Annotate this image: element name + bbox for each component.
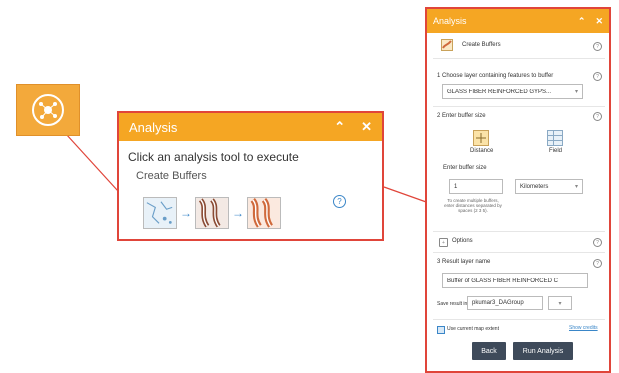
extent-checkbox[interactable] (437, 326, 445, 334)
input-features-icon (143, 197, 177, 229)
double-chevron-up-icon[interactable]: ⌃ (578, 16, 586, 27)
help-icon[interactable]: ? (593, 112, 602, 121)
result-layer-name-input[interactable]: Buffer of GLASS FIBER REINFORCED C (442, 273, 588, 288)
chevron-down-icon: ▾ (574, 184, 578, 190)
layer-select[interactable]: GLASS FIBER REINFORCED GYPS... ▾ (442, 84, 583, 99)
analysis-launcher-button[interactable] (16, 84, 80, 136)
step2-label: 2 Enter buffer size (437, 113, 486, 119)
distance-option-label[interactable]: Distance (470, 148, 493, 154)
analysis-popup: Analysis ⌃ ✕ Click an analysis tool to e… (117, 111, 384, 241)
create-buffers-icon (441, 39, 453, 51)
panel-title: Analysis (433, 16, 467, 26)
divider (433, 231, 605, 232)
buffer-result-icon (247, 197, 281, 229)
extent-label: Use current map extent (447, 326, 499, 332)
save-result-value: pkumar3_DAGroup (472, 300, 524, 306)
popup-header: Analysis ⌃ ✕ (119, 113, 382, 141)
run-analysis-button[interactable]: Run Analysis (513, 342, 573, 360)
multiple-buffers-note: To create multiple buffers, enter distan… (444, 198, 502, 213)
save-result-label: Save result in (437, 301, 468, 307)
chevron-down-icon: ▾ (558, 300, 562, 307)
flow-arrow-icon: → (232, 206, 244, 220)
result-layer-name-value: Buffer of GLASS FIBER REINFORCED C (447, 277, 558, 284)
chevron-down-icon: ▾ (574, 89, 578, 95)
divider (433, 106, 605, 107)
analysis-panel: Analysis ⌃ ✕ Create Buffers ? 1 Choose l… (425, 7, 611, 373)
popup-title: Analysis (129, 119, 178, 135)
help-icon[interactable]: ? (593, 238, 602, 247)
unit-select-value: Kilometers (520, 183, 549, 190)
double-chevron-up-icon[interactable]: ⌃ (334, 119, 345, 135)
divider (433, 319, 605, 320)
create-buffers-tool[interactable]: → → (143, 197, 281, 229)
expand-options-icon[interactable]: + (439, 238, 448, 247)
help-icon[interactable]: ? (593, 42, 602, 51)
back-button[interactable]: Back (472, 342, 506, 360)
distance-option-icon[interactable] (473, 130, 489, 146)
popup-tool-label[interactable]: Create Buffers (136, 170, 382, 182)
panel-header: Analysis ⌃ ✕ (427, 9, 609, 33)
tool-title: Create Buffers (462, 42, 501, 48)
layer-select-value: GLASS FIBER REINFORCED GYPS... (447, 88, 552, 95)
flow-arrow-icon: → (180, 206, 192, 220)
step1-label: 1 Choose layer containing features to bu… (437, 73, 554, 79)
enter-size-label: Enter buffer size (443, 165, 487, 171)
field-option-icon[interactable] (547, 130, 563, 146)
options-label[interactable]: Options (452, 238, 473, 244)
buffer-size-value: 1 (454, 183, 458, 190)
buffer-process-icon (195, 197, 229, 229)
close-icon[interactable]: ✕ (361, 119, 372, 135)
close-icon[interactable]: ✕ (595, 16, 603, 27)
divider (433, 58, 605, 59)
help-icon[interactable]: ? (593, 72, 602, 81)
save-result-select[interactable]: pkumar3_DAGroup (467, 296, 543, 310)
unit-select[interactable]: Kilometers ▾ (515, 179, 583, 194)
field-option-label[interactable]: Field (549, 148, 562, 154)
popup-prompt: Click an analysis tool to execute (128, 150, 299, 164)
help-icon[interactable]: ? (593, 259, 602, 268)
step3-label: 3 Result layer name (437, 259, 491, 265)
show-credits-link[interactable]: Show credits (569, 325, 598, 331)
analysis-network-icon (32, 94, 64, 126)
divider (433, 252, 605, 253)
help-icon[interactable]: ? (333, 195, 346, 208)
buffer-size-input[interactable]: 1 (449, 179, 503, 194)
save-result-dropdown[interactable]: ▾ (548, 296, 572, 310)
